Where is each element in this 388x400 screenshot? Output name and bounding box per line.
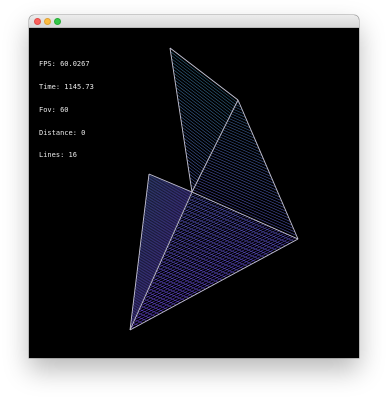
distance-value: 0	[81, 128, 86, 137]
hatch-line	[177, 202, 216, 224]
outline-edge	[129, 238, 299, 331]
lines-value: 16	[68, 151, 77, 160]
hatch-line	[175, 87, 226, 126]
fov-value: 60	[60, 105, 69, 114]
hatch-line	[170, 54, 236, 105]
hatch-line	[163, 253, 223, 281]
hatch-line	[186, 155, 204, 170]
hatch-line	[177, 98, 223, 133]
hatch-line	[173, 72, 231, 117]
fps-readout: FPS: 60.0267	[39, 60, 90, 69]
hatch-line	[177, 222, 261, 260]
hatch-line	[178, 101, 221, 135]
hatch-line	[216, 143, 267, 167]
hatch-line	[203, 168, 284, 205]
hatch-line	[187, 162, 202, 174]
app-window: FPS: 60.0267 Time: 1145.73 Fov: 60 Dista…	[29, 15, 359, 358]
maximize-button[interactable]	[54, 18, 61, 25]
hatch-line	[151, 281, 189, 299]
hatch-line	[188, 170, 200, 179]
hatch-line	[157, 267, 206, 290]
hatch-line	[170, 51, 238, 103]
hatch-line	[178, 105, 220, 138]
hatch-line	[173, 69, 232, 115]
hatch-line	[182, 212, 273, 253]
minimize-button[interactable]	[44, 18, 51, 25]
hatch-line	[183, 137, 210, 158]
outline-edge	[169, 47, 193, 193]
hatch-line	[179, 112, 218, 142]
hatch-line	[181, 126, 213, 151]
hatch-line	[220, 134, 261, 153]
hatch-line	[175, 83, 227, 124]
close-button[interactable]	[34, 18, 41, 25]
hatch-line	[194, 187, 296, 233]
hatch-line	[130, 191, 192, 327]
hatch-line	[162, 257, 219, 283]
hatch-line	[159, 264, 210, 288]
hatch-line	[207, 159, 278, 191]
hatch-line	[171, 236, 244, 269]
outline-edge	[237, 99, 299, 240]
distance-readout: Distance: 0	[39, 128, 86, 137]
hatch-line	[219, 136, 263, 156]
hatch-line	[183, 134, 211, 156]
lines-readout: Lines: 16	[39, 151, 77, 160]
hatch-line	[184, 144, 208, 163]
hatch-line	[131, 190, 190, 319]
hatch-line	[167, 246, 231, 276]
hatch-line	[181, 215, 269, 256]
hatch-line	[179, 108, 219, 140]
hatch-line	[182, 130, 212, 154]
hatch-line	[195, 184, 294, 229]
hatch-line	[138, 183, 173, 260]
time-value: 1145.73	[64, 82, 94, 91]
hatch-line	[153, 221, 259, 279]
fov-readout: Fov: 60	[39, 105, 69, 114]
hatch-line	[176, 94, 224, 131]
hatch-line	[174, 76, 229, 119]
outline-edge	[169, 47, 239, 101]
hatch-line	[212, 150, 272, 177]
hatch-line	[186, 159, 203, 172]
hatch-line	[185, 152, 205, 167]
hatch-line	[209, 157, 276, 188]
hatch-line	[199, 175, 288, 215]
hatch-line	[204, 166, 282, 202]
hatch-line	[185, 148, 206, 165]
hatch-line	[172, 62, 234, 110]
hatch-line	[180, 119, 216, 147]
hatch-line	[211, 152, 273, 181]
hatch-line	[142, 302, 164, 313]
hatch-line	[136, 315, 147, 322]
hatch-line	[181, 123, 215, 149]
hatch-line	[140, 305, 160, 315]
hatch-line	[217, 141, 266, 163]
hatch-line	[171, 58, 235, 108]
render-canvas[interactable]: FPS: 60.0267 Time: 1145.73 Fov: 60 Dista…	[29, 28, 359, 358]
stats-overlay: FPS: 60.0267 Time: 1145.73 Fov: 60 Dista…	[39, 46, 94, 175]
hatch-line	[133, 188, 184, 299]
time-readout: Time: 1145.73	[39, 82, 94, 91]
hatch-line	[162, 214, 243, 258]
fps-value: 60.0267	[60, 60, 90, 69]
title-bar[interactable]	[29, 15, 359, 28]
